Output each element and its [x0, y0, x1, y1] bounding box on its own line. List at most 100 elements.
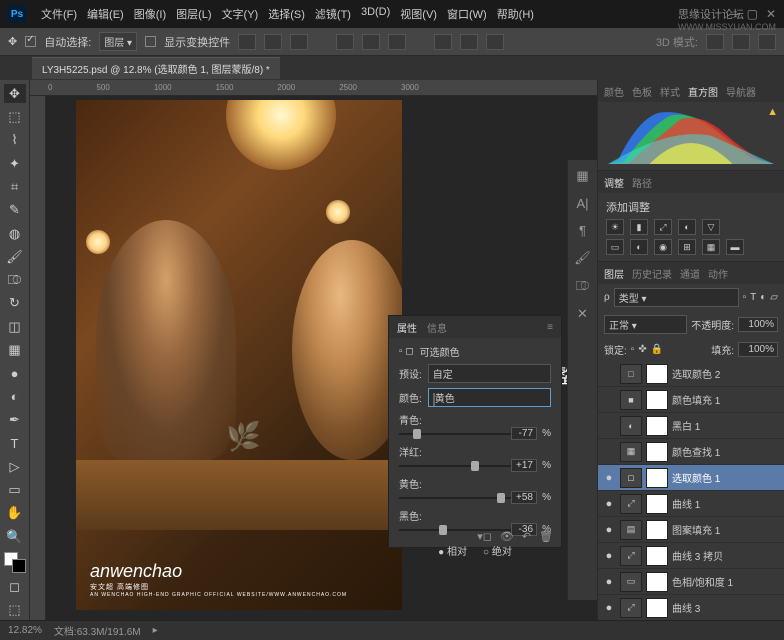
- layer-filter[interactable]: 类型 ▾: [614, 288, 739, 307]
- tab-paths[interactable]: 路径: [632, 175, 652, 190]
- slider-value[interactable]: +58: [511, 491, 537, 504]
- dist-icon[interactable]: [336, 34, 354, 50]
- menu-type[interactable]: 文字(Y): [219, 3, 262, 25]
- adj-invert[interactable]: ▬: [726, 239, 744, 255]
- visibility-icon[interactable]: ●: [602, 550, 616, 562]
- align-icon[interactable]: [238, 34, 256, 50]
- dist-icon[interactable]: [388, 34, 406, 50]
- dist-icon[interactable]: [486, 34, 504, 50]
- 3d-icon[interactable]: [732, 34, 750, 50]
- char-icon[interactable]: A|: [576, 196, 588, 211]
- align-icon[interactable]: [264, 34, 282, 50]
- filter-icon[interactable]: ◐: [760, 292, 766, 303]
- slider-value[interactable]: +17: [511, 459, 537, 472]
- menu-3d[interactable]: 3D(D): [358, 3, 393, 25]
- tab-info[interactable]: 信息: [427, 320, 447, 335]
- layer-row[interactable]: ◐黑白 1: [598, 413, 784, 439]
- layer-row[interactable]: □选取颜色 2: [598, 361, 784, 387]
- opacity-input[interactable]: 100%: [738, 317, 778, 332]
- brush-tool[interactable]: 🖌: [4, 247, 26, 266]
- layer-row[interactable]: ●⤢曲线 3 拷贝: [598, 543, 784, 569]
- layer-row[interactable]: ●▤图案填充 1: [598, 517, 784, 543]
- fill-input[interactable]: 100%: [738, 342, 778, 357]
- eyedropper-tool[interactable]: ✎: [4, 201, 26, 220]
- screen-mode[interactable]: ⬚: [4, 601, 26, 620]
- para-icon[interactable]: ¶: [579, 223, 586, 238]
- reset-icon[interactable]: ↶: [522, 530, 531, 543]
- show-transform-check[interactable]: [145, 36, 156, 47]
- adj-curves[interactable]: ⤢: [654, 219, 672, 235]
- hand-tool[interactable]: ✋: [4, 504, 26, 523]
- layer-row[interactable]: ●⤢曲线 3: [598, 595, 784, 620]
- adj-photo[interactable]: ◉: [654, 239, 672, 255]
- shape-tool[interactable]: ▭: [4, 480, 26, 499]
- layer-row[interactable]: ●⤢曲线 1: [598, 491, 784, 517]
- dist-icon[interactable]: [362, 34, 380, 50]
- text-tool[interactable]: T: [4, 434, 26, 453]
- blur-tool[interactable]: ●: [4, 364, 26, 383]
- menu-select[interactable]: 选择(S): [265, 3, 308, 25]
- tab-navigator[interactable]: 导航器: [726, 84, 756, 99]
- auto-select-target[interactable]: 图层 ▾: [99, 32, 137, 51]
- swatches-icon[interactable]: ▦: [576, 168, 588, 184]
- brush-panel-icon[interactable]: 🖌: [574, 250, 591, 266]
- history-brush-tool[interactable]: ↻: [4, 294, 26, 313]
- lasso-tool[interactable]: ⌇: [4, 131, 26, 150]
- blend-mode[interactable]: 正常 ▾: [604, 315, 687, 334]
- 3d-icon[interactable]: [706, 34, 724, 50]
- tab-histogram[interactable]: 直方图: [688, 84, 718, 99]
- menu-image[interactable]: 图像(I): [131, 3, 169, 25]
- clone-icon[interactable]: ⎄: [576, 278, 590, 294]
- document-tab[interactable]: LY3H5225.psd @ 12.8% (选取颜色 1, 图层蒙版/8) *: [32, 57, 280, 79]
- lock-icon[interactable]: ▫: [631, 344, 635, 355]
- stamp-tool[interactable]: ⎄: [4, 271, 26, 290]
- visibility-icon[interactable]: ●: [602, 498, 616, 510]
- auto-select-check[interactable]: [25, 36, 36, 47]
- dodge-tool[interactable]: ◐: [4, 387, 26, 406]
- layer-row[interactable]: ▦颜色查找 1: [598, 439, 784, 465]
- dist-icon[interactable]: [434, 34, 452, 50]
- adj-bw[interactable]: ◐: [630, 239, 648, 255]
- lock-icon[interactable]: ✜: [638, 344, 646, 355]
- filter-icon[interactable]: ▱: [770, 292, 778, 303]
- panel-menu-icon[interactable]: ≡: [547, 322, 553, 333]
- view-icon[interactable]: 👁: [500, 530, 514, 543]
- tab-actions[interactable]: 动作: [708, 266, 728, 281]
- tab-properties[interactable]: 属性: [397, 320, 417, 335]
- wand-tool[interactable]: ✦: [4, 154, 26, 173]
- slider-value[interactable]: -77: [511, 427, 537, 440]
- visibility-icon[interactable]: ●: [602, 472, 616, 484]
- heal-tool[interactable]: ◍: [4, 224, 26, 243]
- radio-relative[interactable]: 相对: [438, 543, 467, 558]
- color-swatch[interactable]: [4, 552, 26, 573]
- adj-lookup[interactable]: ▦: [702, 239, 720, 255]
- dist-icon[interactable]: [460, 34, 478, 50]
- tab-swatches[interactable]: 色板: [632, 84, 652, 99]
- layer-row[interactable]: ●□选取颜色 1: [598, 465, 784, 491]
- adj-brightness[interactable]: ☀: [606, 219, 624, 235]
- tab-channels[interactable]: 通道: [680, 266, 700, 281]
- canvas[interactable]: anwenchao 安文超 高端修图 AN WENCHAO HIGH-END G…: [76, 100, 402, 610]
- adj-hue[interactable]: ▭: [606, 239, 624, 255]
- filter-icon[interactable]: ▫: [743, 292, 747, 303]
- marquee-tool[interactable]: ⬚: [4, 107, 26, 126]
- tab-adjustments[interactable]: 调整: [604, 175, 624, 190]
- crop-tool[interactable]: ⌗: [4, 177, 26, 196]
- menu-window[interactable]: 窗口(W): [444, 3, 490, 25]
- menu-file[interactable]: 文件(F): [38, 3, 80, 25]
- visibility-icon[interactable]: ●: [602, 602, 616, 614]
- clip-icon[interactable]: ▾◻: [477, 530, 492, 543]
- visibility-icon[interactable]: ●: [602, 576, 616, 588]
- pen-tool[interactable]: ✒: [4, 410, 26, 429]
- 3d-icon[interactable]: [758, 34, 776, 50]
- tool-presets-icon[interactable]: ✕: [577, 306, 588, 322]
- align-icon[interactable]: [290, 34, 308, 50]
- zoom-level[interactable]: 12.82%: [8, 625, 42, 636]
- preset-select[interactable]: 自定: [428, 364, 551, 383]
- tab-history[interactable]: 历史记录: [632, 266, 672, 281]
- slider[interactable]: -77%: [399, 427, 551, 441]
- slider[interactable]: +58%: [399, 491, 551, 505]
- quickmask-tool[interactable]: ◻: [4, 577, 26, 596]
- tab-styles[interactable]: 样式: [660, 84, 680, 99]
- menu-layer[interactable]: 图层(L): [173, 3, 214, 25]
